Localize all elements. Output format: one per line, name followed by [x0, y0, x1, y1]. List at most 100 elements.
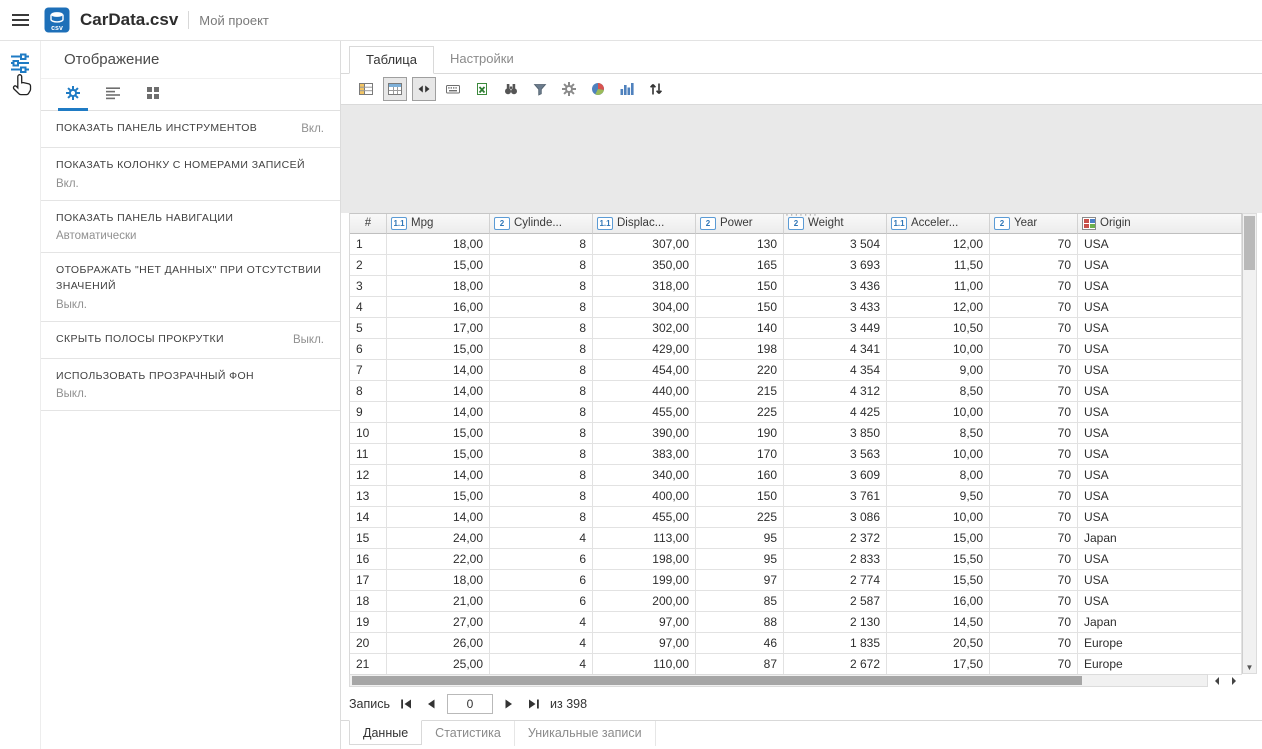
- table-cell[interactable]: 27,00: [387, 612, 490, 633]
- prev-record-icon[interactable]: [422, 695, 440, 713]
- table-cell[interactable]: 8: [490, 381, 593, 402]
- table-cell[interactable]: 400,00: [593, 486, 696, 507]
- table-cell[interactable]: 16,00: [887, 591, 990, 612]
- table-cell[interactable]: 85: [696, 591, 784, 612]
- table-cell[interactable]: 14,00: [387, 465, 490, 486]
- table-cell[interactable]: 88: [696, 612, 784, 633]
- setting-item[interactable]: СКРЫТЬ ПОЛОСЫ ПРОКРУТКИВыкл.: [41, 322, 340, 359]
- table-cell[interactable]: 150: [696, 486, 784, 507]
- tab-unique-records[interactable]: Уникальные записи: [515, 721, 656, 746]
- table-cell[interactable]: 4: [490, 612, 593, 633]
- table-row[interactable]: 714,008454,002204 3549,0070USA: [350, 360, 1242, 381]
- table-cell[interactable]: 8: [490, 255, 593, 276]
- table-cell[interactable]: 2 672: [784, 654, 887, 675]
- cell-editor-icon[interactable]: [441, 77, 465, 101]
- table-cell[interactable]: 17: [350, 570, 387, 591]
- table-cell[interactable]: 70: [990, 423, 1078, 444]
- table-cell[interactable]: 20,50: [887, 633, 990, 654]
- table-cell[interactable]: 8,00: [887, 465, 990, 486]
- table-cell[interactable]: 3 433: [784, 297, 887, 318]
- table-cell[interactable]: 4: [490, 528, 593, 549]
- table-cell[interactable]: 8: [490, 318, 593, 339]
- table-cell[interactable]: 340,00: [593, 465, 696, 486]
- vertical-scrollbar-thumb[interactable]: [1244, 216, 1255, 270]
- column-header-displac[interactable]: 1.1Displac...: [593, 214, 696, 234]
- table-cell[interactable]: 140: [696, 318, 784, 339]
- find-icon[interactable]: [499, 77, 523, 101]
- table-cell[interactable]: 2 774: [784, 570, 887, 591]
- table-cell[interactable]: 130: [696, 234, 784, 255]
- table-cell[interactable]: 70: [990, 339, 1078, 360]
- table-cell[interactable]: USA: [1078, 402, 1242, 423]
- table-row[interactable]: 1015,008390,001903 8508,5070USA: [350, 423, 1242, 444]
- table-cell[interactable]: 5: [350, 318, 387, 339]
- column-header-origin[interactable]: Origin: [1078, 214, 1242, 234]
- horizontal-scrollbar[interactable]: [349, 674, 1208, 687]
- sort-icon[interactable]: [644, 77, 668, 101]
- table-cell[interactable]: 18,00: [387, 276, 490, 297]
- table-row[interactable]: 416,008304,001503 43312,0070USA: [350, 297, 1242, 318]
- table-cell[interactable]: 304,00: [593, 297, 696, 318]
- breadcrumb-project[interactable]: Мой проект: [199, 13, 269, 28]
- table-cell[interactable]: 2 833: [784, 549, 887, 570]
- histogram-icon[interactable]: [615, 77, 639, 101]
- row-numbers-icon[interactable]: [354, 77, 378, 101]
- table-cell[interactable]: 1 835: [784, 633, 887, 654]
- panel-tab-general[interactable]: [53, 79, 93, 110]
- setting-item[interactable]: ОТОБРАЖАТЬ "НЕТ ДАННЫХ" ПРИ ОТСУТСТВИИ З…: [41, 253, 340, 322]
- table-cell[interactable]: 70: [990, 528, 1078, 549]
- table-cell[interactable]: 22,00: [387, 549, 490, 570]
- table-cell[interactable]: USA: [1078, 465, 1242, 486]
- table-cell[interactable]: USA: [1078, 486, 1242, 507]
- table-cell[interactable]: 8,50: [887, 423, 990, 444]
- table-cell[interactable]: USA: [1078, 276, 1242, 297]
- table-cell[interactable]: 70: [990, 507, 1078, 528]
- table-cell[interactable]: Japan: [1078, 528, 1242, 549]
- table-row[interactable]: 1622,006198,00952 83315,5070USA: [350, 549, 1242, 570]
- table-cell[interactable]: 70: [990, 318, 1078, 339]
- table-cell[interactable]: 454,00: [593, 360, 696, 381]
- table-cell[interactable]: 440,00: [593, 381, 696, 402]
- table-cell[interactable]: 165: [696, 255, 784, 276]
- table-cell[interactable]: 3 850: [784, 423, 887, 444]
- table-cell[interactable]: 15,00: [387, 486, 490, 507]
- table-cell[interactable]: USA: [1078, 507, 1242, 528]
- table-cell[interactable]: 14,00: [387, 507, 490, 528]
- table-cell[interactable]: 455,00: [593, 402, 696, 423]
- table-cell[interactable]: 10,50: [887, 318, 990, 339]
- table-row[interactable]: 1315,008400,001503 7619,5070USA: [350, 486, 1242, 507]
- table-cell[interactable]: 6: [350, 339, 387, 360]
- panel-tab-columns[interactable]: [93, 79, 133, 110]
- table-cell[interactable]: 25,00: [387, 654, 490, 675]
- table-cell[interactable]: USA: [1078, 234, 1242, 255]
- table-cell[interactable]: 198: [696, 339, 784, 360]
- table-cell[interactable]: 383,00: [593, 444, 696, 465]
- table-cell[interactable]: 9: [350, 402, 387, 423]
- table-cell[interactable]: 16,00: [387, 297, 490, 318]
- table-cell[interactable]: 150: [696, 297, 784, 318]
- table-cell[interactable]: 12: [350, 465, 387, 486]
- table-cell[interactable]: 4: [490, 654, 593, 675]
- table-cell[interactable]: 10,00: [887, 444, 990, 465]
- table-cell[interactable]: 14,00: [387, 402, 490, 423]
- table-cell[interactable]: 8: [490, 360, 593, 381]
- table-cell[interactable]: 12,00: [887, 234, 990, 255]
- table-cell[interactable]: 8,50: [887, 381, 990, 402]
- scroll-down-icon[interactable]: ▼: [1243, 663, 1256, 672]
- table-cell[interactable]: 9,50: [887, 486, 990, 507]
- setting-item[interactable]: ПОКАЗАТЬ КОЛОНКУ С НОМЕРАМИ ЗАПИСЕЙВкл.: [41, 148, 340, 201]
- table-cell[interactable]: 390,00: [593, 423, 696, 444]
- vertical-scrollbar[interactable]: ▼: [1242, 213, 1257, 674]
- table-cell[interactable]: 70: [990, 465, 1078, 486]
- table-cell[interactable]: USA: [1078, 591, 1242, 612]
- splitter-grip[interactable]: [782, 205, 822, 213]
- table-cell[interactable]: USA: [1078, 255, 1242, 276]
- table-cell[interactable]: 198,00: [593, 549, 696, 570]
- table-cell[interactable]: 8: [490, 297, 593, 318]
- table-cell[interactable]: 10,00: [887, 507, 990, 528]
- table-cell[interactable]: 46: [696, 633, 784, 654]
- table-cell[interactable]: 20: [350, 633, 387, 654]
- table-cell[interactable]: 8: [490, 402, 593, 423]
- table-cell[interactable]: 70: [990, 276, 1078, 297]
- table-cell[interactable]: 8: [490, 465, 593, 486]
